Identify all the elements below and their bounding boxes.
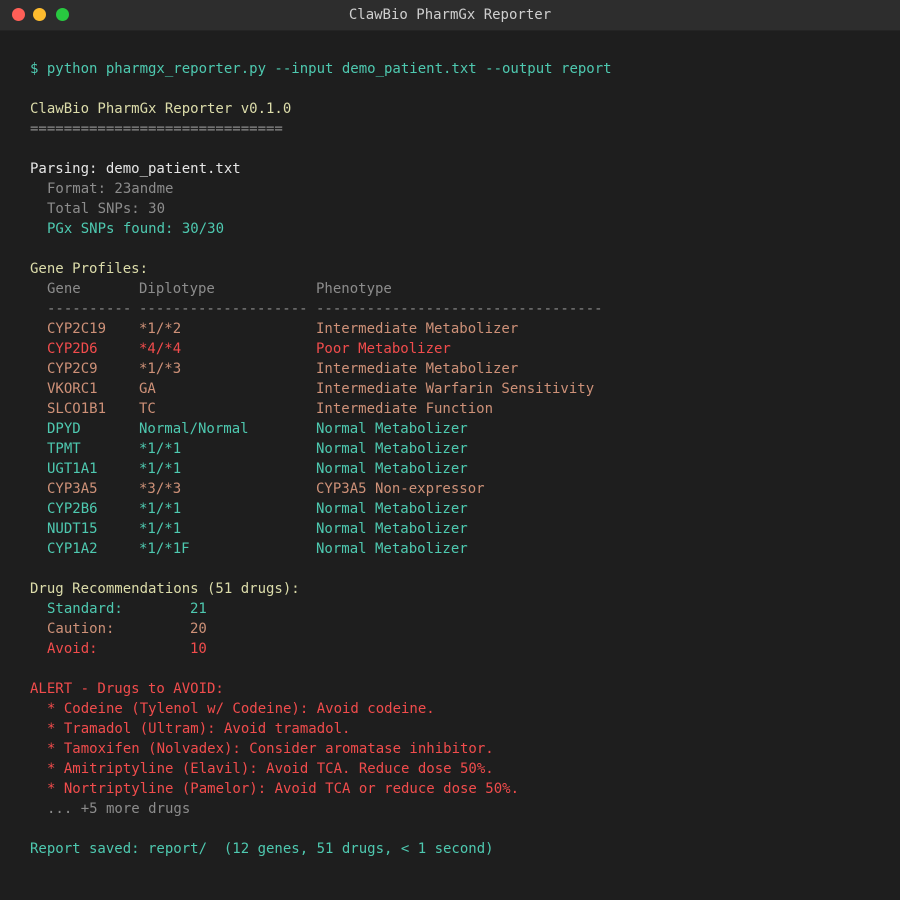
gene-cell: CYP1A2 [47, 541, 98, 557]
alert-item-text: * Tamoxifen (Nolvadex): Consider aromata… [47, 741, 494, 757]
table-row: NUDT15 *1/*1 Normal Metabolizer [30, 519, 900, 539]
drug-rec-count: 21 [190, 601, 207, 617]
table-row: SLCO1B1 TC Intermediate Function [30, 399, 900, 419]
alert-more: ... +5 more drugs [47, 801, 191, 817]
gene-cell: TPMT [47, 441, 81, 457]
format-info: Format: 23andme [47, 181, 174, 197]
alert-item-text: * Nortriptyline (Pamelor): Avoid TCA or … [47, 781, 520, 797]
table-row: CYP3A5 *3/*3 CYP3A5 Non-expressor [30, 479, 900, 499]
gene-cell: CYP2C19 [47, 321, 107, 337]
phenotype-cell: Normal Metabolizer [316, 421, 468, 437]
drug-rec-label: Avoid: [47, 641, 98, 657]
table-row: CYP2D6 *4/*4 Poor Metabolizer [30, 339, 900, 359]
column-header-gene: Gene [47, 281, 81, 297]
phenotype-cell: Intermediate Metabolizer [316, 361, 519, 377]
drug-rec-count: 20 [190, 621, 207, 637]
title-bar: ClawBio PharmGx Reporter [0, 0, 900, 31]
alert-item-text: * Tramadol (Ultram): Avoid tramadol. [47, 721, 351, 737]
drug-rec-label: Caution: [47, 621, 115, 637]
pgx-snps-info: PGx SNPs found: 30/30 [47, 221, 225, 237]
list-item: * Nortriptyline (Pamelor): Avoid TCA or … [30, 779, 900, 799]
gene-cell: NUDT15 [47, 521, 98, 537]
gene-table-separator: ---------- -------------------- ----------… [47, 301, 603, 317]
gene-profiles-title: Gene Profiles: [30, 261, 149, 277]
diplotype-cell: *1/*1 [139, 521, 182, 537]
diplotype-cell: *4/*4 [139, 341, 182, 357]
table-row: CYP2C9 *1/*3 Intermediate Metabolizer [30, 359, 900, 379]
phenotype-cell: Normal Metabolizer [316, 461, 468, 477]
diplotype-cell: *1/*1F [139, 541, 190, 557]
gene-cell: CYP3A5 [47, 481, 98, 497]
alert-title: ALERT - Drugs to AVOID: [30, 681, 224, 697]
diplotype-cell: *1/*2 [139, 321, 182, 337]
app-header: ClawBio PharmGx Reporter v0.1.0 [30, 101, 292, 117]
list-item: * Codeine (Tylenol w/ Codeine): Avoid co… [30, 699, 900, 719]
table-row: CYP1A2 *1/*1F Normal Metabolizer [30, 539, 900, 559]
gene-cell: UGT1A1 [47, 461, 98, 477]
list-item: * Amitriptyline (Elavil): Avoid TCA. Red… [30, 759, 900, 779]
list-item: Avoid: 10 [30, 639, 900, 659]
list-item: Caution: 20 [30, 619, 900, 639]
phenotype-cell: Poor Metabolizer [316, 341, 451, 357]
table-row: DPYD Normal/Normal Normal Metabolizer [30, 419, 900, 439]
terminal-output[interactable]: $ python pharmgx_reporter.py --input dem… [0, 31, 900, 859]
terminal-window: ClawBio PharmGx Reporter $ python pharmg… [0, 0, 900, 900]
phenotype-cell: Normal Metabolizer [316, 521, 468, 537]
gene-table-body: CYP2C19 *1/*2 Intermediate Metabolizer CYP2… [30, 319, 900, 559]
phenotype-cell: Intermediate Function [316, 401, 494, 417]
table-row: VKORC1 GA Intermediate Warfarin Sensitivit… [30, 379, 900, 399]
column-header-diplotype: Diplotype [139, 281, 215, 297]
list-item: * Tramadol (Ultram): Avoid tramadol. [30, 719, 900, 739]
window-title: ClawBio PharmGx Reporter [348, 7, 552, 23]
command-line: $ python pharmgx_reporter.py --input dem… [30, 61, 612, 77]
diplotype-cell: *3/*3 [139, 481, 182, 497]
diplotype-cell: GA [139, 381, 156, 397]
gene-cell: VKORC1 [47, 381, 98, 397]
alert-item-text: * Codeine (Tylenol w/ Codeine): Avoid co… [47, 701, 435, 717]
list-item: * Tamoxifen (Nolvadex): Consider aromata… [30, 739, 900, 759]
drug-rec-count: 10 [190, 641, 207, 657]
table-row: CYP2C19 *1/*2 Intermediate Metabolizer [30, 319, 900, 339]
gene-cell: SLCO1B1 [47, 401, 107, 417]
diplotype-cell: *1/*3 [139, 361, 182, 377]
report-saved-line: Report saved: report/ (12 genes, 51 drug… [30, 841, 494, 857]
table-row: UGT1A1 *1/*1 Normal Metabolizer [30, 459, 900, 479]
table-row: CYP2B6 *1/*1 Normal Metabolizer [30, 499, 900, 519]
drug-rec-label: Standard: [47, 601, 123, 617]
total-snps-info: Total SNPs: 30 [47, 201, 166, 217]
gene-cell: DPYD [47, 421, 81, 437]
parsing-title: Parsing: demo_patient.txt [30, 161, 241, 177]
diplotype-cell: *1/*1 [139, 461, 182, 477]
gene-cell: CYP2B6 [47, 501, 98, 517]
header-rule: ============================== [30, 121, 283, 137]
diplotype-cell: *1/*1 [139, 441, 182, 457]
diplotype-cell: Normal/Normal [139, 421, 249, 437]
gene-cell: CYP2D6 [47, 341, 98, 357]
alert-list: * Codeine (Tylenol w/ Codeine): Avoid co… [30, 699, 900, 799]
drug-recs-title: Drug Recommendations (51 drugs): [30, 581, 300, 597]
gene-table-header: Gene Diplotype Phenotype [30, 279, 900, 299]
diplotype-cell: *1/*1 [139, 501, 182, 517]
drug-recs-list: Standard: 21 Caution: 20 Avoid: 10 [30, 599, 900, 659]
diplotype-cell: TC [139, 401, 156, 417]
phenotype-cell: Normal Metabolizer [316, 501, 468, 517]
phenotype-cell: Intermediate Warfarin Sensitivity [316, 381, 595, 397]
column-header-phenotype: Phenotype [316, 281, 392, 297]
alert-item-text: * Amitriptyline (Elavil): Avoid TCA. Red… [47, 761, 494, 777]
phenotype-cell: Normal Metabolizer [316, 541, 468, 557]
gene-cell: CYP2C9 [47, 361, 98, 377]
phenotype-cell: CYP3A5 Non-expressor [316, 481, 485, 497]
phenotype-cell: Intermediate Metabolizer [316, 321, 519, 337]
list-item: Standard: 21 [30, 599, 900, 619]
table-row: TPMT *1/*1 Normal Metabolizer [30, 439, 900, 459]
phenotype-cell: Normal Metabolizer [316, 441, 468, 457]
